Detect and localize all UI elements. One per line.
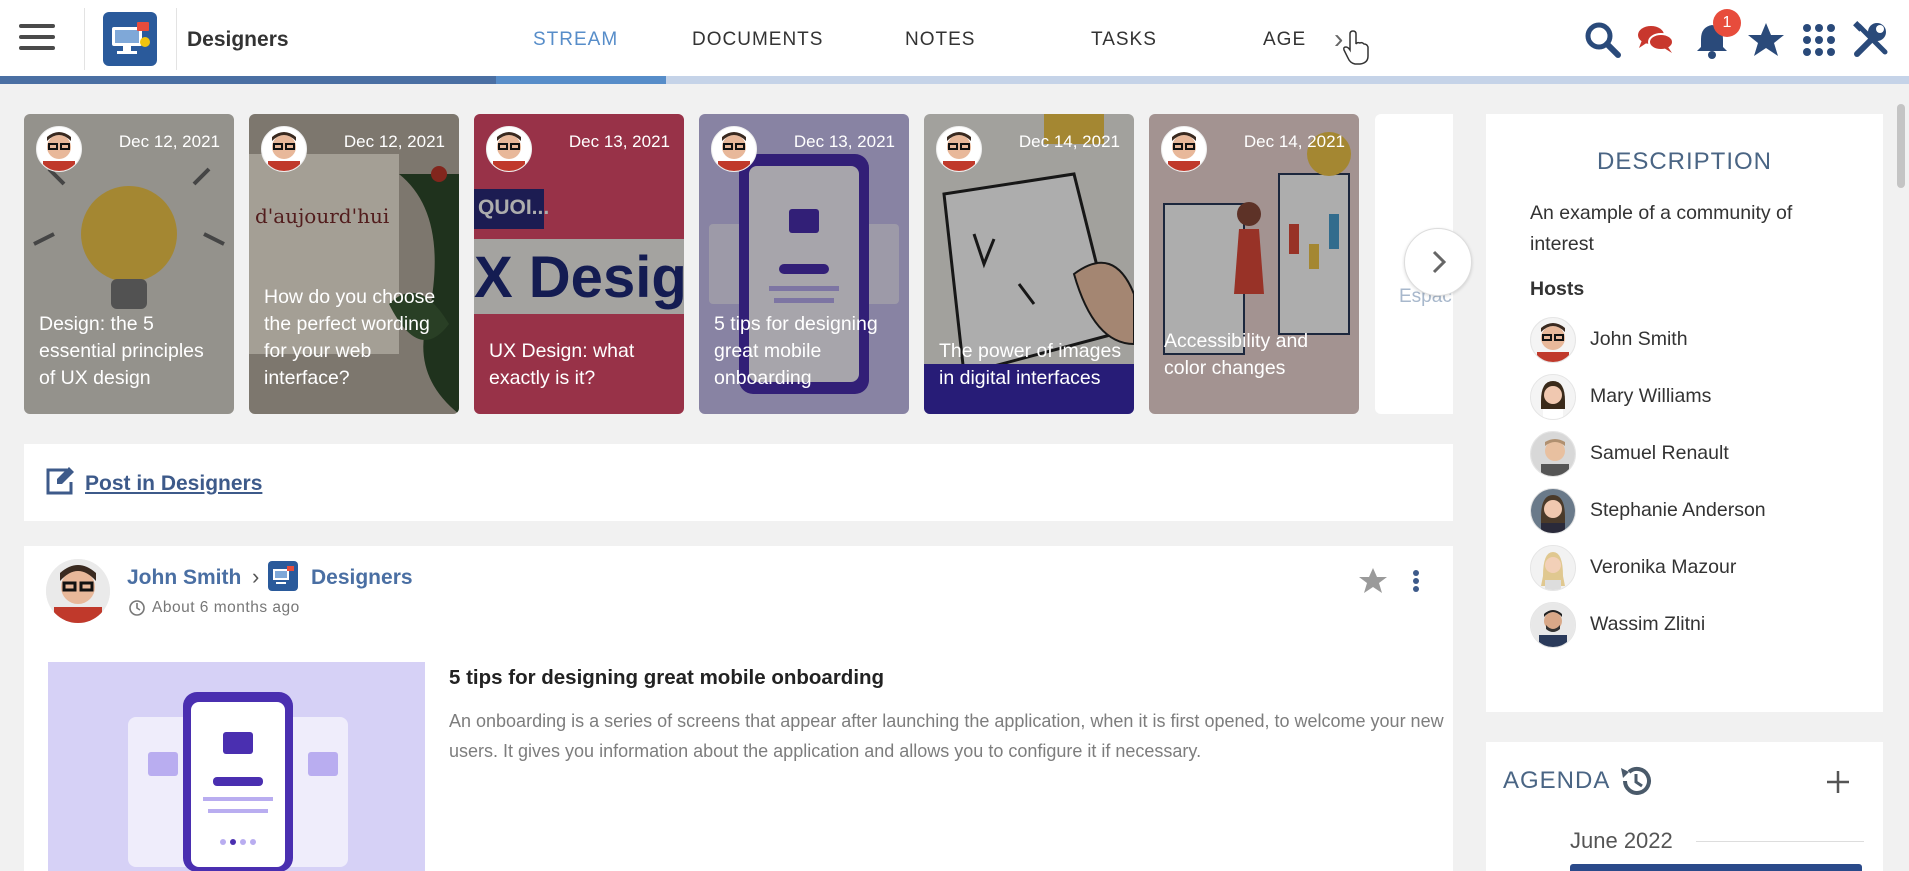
tab-documents[interactable]: DOCUMENTS <box>692 29 823 51</box>
carousel-next-button[interactable] <box>1404 228 1472 296</box>
card-date: Dec 13, 2021 <box>568 132 670 151</box>
avatar <box>711 126 757 172</box>
divider <box>84 8 85 70</box>
chevron-right-icon <box>1432 250 1447 274</box>
card-date: Dec 12, 2021 <box>118 132 220 151</box>
description-title: DESCRIPTION <box>1596 148 1772 175</box>
news-card[interactable]: Dec 14, 2021 Accessibility and color cha… <box>1149 114 1359 414</box>
card-date: Dec 12, 2021 <box>343 132 445 151</box>
post-composer[interactable]: Post in Designers <box>24 444 1453 521</box>
agenda-event[interactable] <box>1570 864 1862 871</box>
space-logo[interactable] <box>103 12 157 66</box>
host-item[interactable]: John Smith <box>1530 317 1870 363</box>
post-time: About 6 months ago <box>152 599 300 616</box>
host-item[interactable]: Stephanie Anderson <box>1530 488 1870 534</box>
space-logo[interactable] <box>268 561 298 591</box>
hosts-label: Hosts <box>1530 278 1585 300</box>
divider <box>1696 841 1864 842</box>
admin-tools-icon[interactable] <box>1851 20 1891 60</box>
host-item[interactable]: Samuel Renault <box>1530 431 1870 477</box>
avatar <box>1530 545 1576 591</box>
avatar <box>1530 317 1576 363</box>
chat-icon[interactable] <box>1636 20 1676 60</box>
search-icon[interactable] <box>1583 20 1623 60</box>
edit-icon <box>46 467 74 495</box>
menu-icon[interactable] <box>19 24 55 54</box>
activity-card: John Smith › Designers About 6 months ag… <box>24 546 1453 871</box>
card-title: Design: the 5 essential principles of UX… <box>39 313 204 389</box>
avatar <box>1530 602 1576 648</box>
tab-agenda[interactable]: AGE <box>1263 29 1306 51</box>
avatar <box>36 126 82 172</box>
avatar <box>486 126 532 172</box>
tab-indicator <box>0 76 1909 84</box>
add-event-icon[interactable] <box>1824 768 1852 796</box>
card-title: UX Design: what exactly is it? <box>489 340 635 389</box>
host-name: Samuel Renault <box>1590 442 1729 464</box>
favorite-star-icon[interactable] <box>1358 566 1388 596</box>
agenda-title: AGENDA <box>1503 767 1611 794</box>
card-title: How do you choose the perfect wording fo… <box>264 286 436 389</box>
card-title: 5 tips for designing great mobile onboar… <box>714 313 878 389</box>
news-card[interactable]: Dec 12, 2021 Design: the 5 essential pri… <box>24 114 234 414</box>
tab-tasks[interactable]: TASKS <box>1091 29 1157 51</box>
scrollbar[interactable] <box>1897 104 1905 188</box>
card-title: The power of images in digital interface… <box>939 340 1122 389</box>
agenda-month: June 2022 <box>1570 828 1673 853</box>
apps-grid-icon[interactable] <box>1799 20 1839 60</box>
host-item[interactable]: Veronika Mazour <box>1530 545 1870 591</box>
post-title[interactable]: 5 tips for designing great mobile onboar… <box>449 666 884 690</box>
card-title: Accessibility and color changes <box>1164 330 1309 379</box>
host-name: Wassim Zlitni <box>1590 613 1706 635</box>
agenda-panel: AGENDA June 2022 <box>1486 742 1883 871</box>
avatar <box>1530 374 1576 420</box>
tab-stream[interactable]: STREAM <box>533 29 618 51</box>
hand-cursor-icon <box>1343 30 1369 65</box>
news-card[interactable]: Dec 14, 2021 The power of images in digi… <box>924 114 1134 414</box>
tab-notes[interactable]: NOTES <box>905 29 975 51</box>
news-card[interactable]: Dec 13, 2021 5 tips for designing great … <box>699 114 909 414</box>
host-item[interactable]: Wassim Zlitni <box>1530 602 1870 648</box>
card-date: Dec 13, 2021 <box>793 132 895 151</box>
description-panel: DESCRIPTION An example of a community of… <box>1486 114 1883 712</box>
card-date: Dec 14, 2021 <box>1018 132 1120 151</box>
host-item[interactable]: Mary Williams <box>1530 374 1870 420</box>
card-date: Dec 14, 2021 <box>1243 132 1345 151</box>
clock-icon <box>129 600 145 616</box>
post-excerpt: An onboarding is a series of screens tha… <box>449 711 1444 761</box>
more-options-icon[interactable] <box>1410 566 1422 596</box>
star-icon[interactable] <box>1746 20 1786 60</box>
avatar <box>1530 488 1576 534</box>
avatar <box>261 126 307 172</box>
host-name: John Smith <box>1590 328 1688 350</box>
post-in-space-link[interactable]: Post in Designers <box>85 472 262 496</box>
host-name: Mary Williams <box>1590 385 1712 407</box>
host-name: Stephanie Anderson <box>1590 499 1766 521</box>
notification-badge: 1 <box>1713 9 1741 37</box>
avatar[interactable] <box>46 559 110 623</box>
avatar <box>1530 431 1576 477</box>
chevron-right-icon: › <box>252 564 260 589</box>
news-card[interactable]: d'aujourd'hui Dec 12, 2021 How do you ch… <box>249 114 459 414</box>
avatar <box>1161 126 1207 172</box>
news-card[interactable]: QUOI... X Desig Dec 13, 2021 UX Design: … <box>474 114 684 414</box>
history-icon[interactable] <box>1617 762 1655 800</box>
post-thumbnail[interactable] <box>48 662 425 871</box>
top-bar: Designers STREAM DOCUMENTS NOTES TASKS A… <box>0 0 1909 79</box>
description-text: An example of a community of interest <box>1530 202 1793 255</box>
divider <box>176 8 177 70</box>
space-name[interactable]: Designers <box>187 28 289 52</box>
author-link[interactable]: John Smith <box>127 566 241 590</box>
space-link[interactable]: Designers <box>311 566 413 590</box>
host-name: Veronika Mazour <box>1590 556 1737 578</box>
avatar <box>936 126 982 172</box>
